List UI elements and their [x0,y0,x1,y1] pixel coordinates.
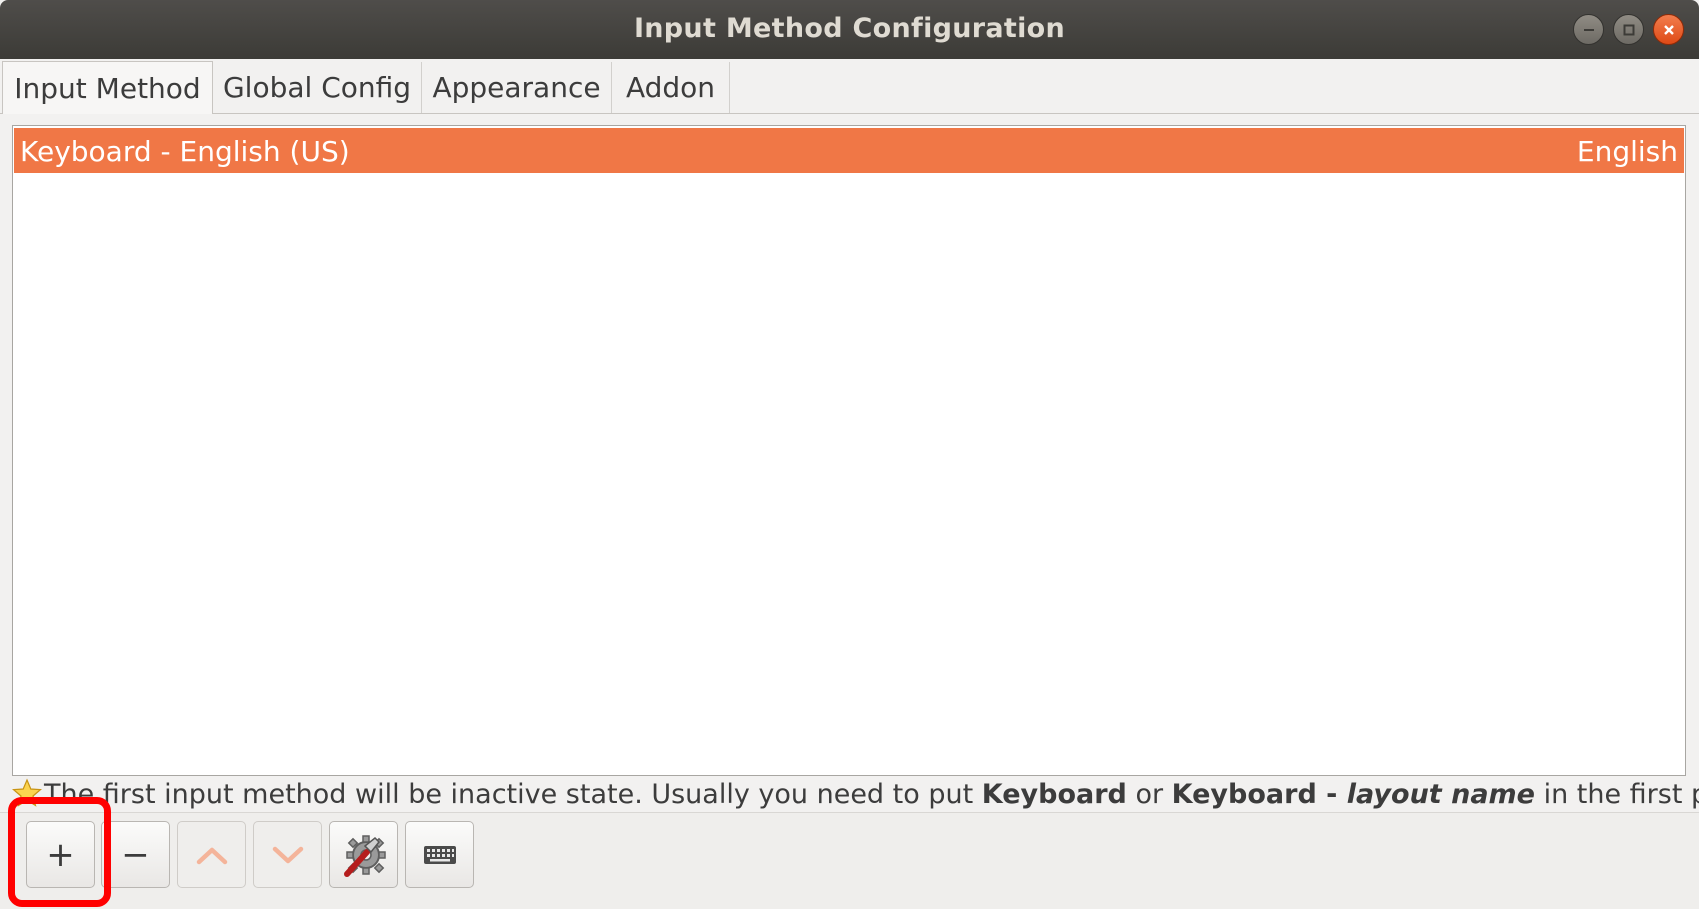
input-method-language: English [1576,135,1678,168]
input-method-list[interactable]: Keyboard - English (US) English [12,125,1686,776]
hint-middle: or [1126,779,1172,810]
hint-text: The first input method will be inactive … [44,779,1699,810]
tab-bar: Input Method Global Config Appearance Ad… [0,60,1699,114]
plus-icon: + [46,834,75,875]
hint-suffix: in the first place. [1543,779,1699,810]
close-icon [1663,24,1674,35]
tab-input-method[interactable]: Input Method [2,61,213,114]
list-item[interactable]: Keyboard - English (US) English [14,128,1684,173]
minus-icon: − [121,834,150,875]
move-down-button[interactable] [253,821,322,888]
toolbar: + − [0,812,1699,909]
move-up-button[interactable] [177,821,246,888]
input-method-name: Keyboard - English (US) [20,135,350,168]
add-button[interactable]: + [26,821,95,888]
configure-icon [343,834,386,877]
tab-addon[interactable]: Addon [612,62,730,113]
chevron-down-icon [272,846,303,863]
chevron-up-icon [196,847,227,864]
remove-button[interactable]: − [101,821,170,888]
hint-keyword-keyboard: Keyboard [981,779,1127,810]
hint-prefix: The first input method will be inactive … [44,779,982,810]
hint-layout-name: layout name [1346,779,1535,810]
hint-message: The first input method will be inactive … [12,776,1699,816]
minimize-icon [1583,28,1594,31]
tab-appearance[interactable]: Appearance [422,62,612,113]
tab-global-config[interactable]: Global Config [213,62,422,113]
maximize-icon [1623,24,1634,35]
minimize-button[interactable] [1573,14,1604,45]
keyboard-icon [423,845,456,864]
titlebar[interactable]: Input Method Configuration [0,0,1699,59]
close-button[interactable] [1653,14,1684,45]
input-method-config-window: Input Method Configuration Input Method … [0,0,1699,909]
star-icon [12,778,42,807]
keyboard-layout-button[interactable] [405,821,474,888]
configure-button[interactable] [329,821,398,888]
maximize-button[interactable] [1613,14,1644,45]
window-title: Input Method Configuration [633,13,1066,44]
hint-keyword-keyboard-layout: Keyboard - [1171,779,1347,810]
